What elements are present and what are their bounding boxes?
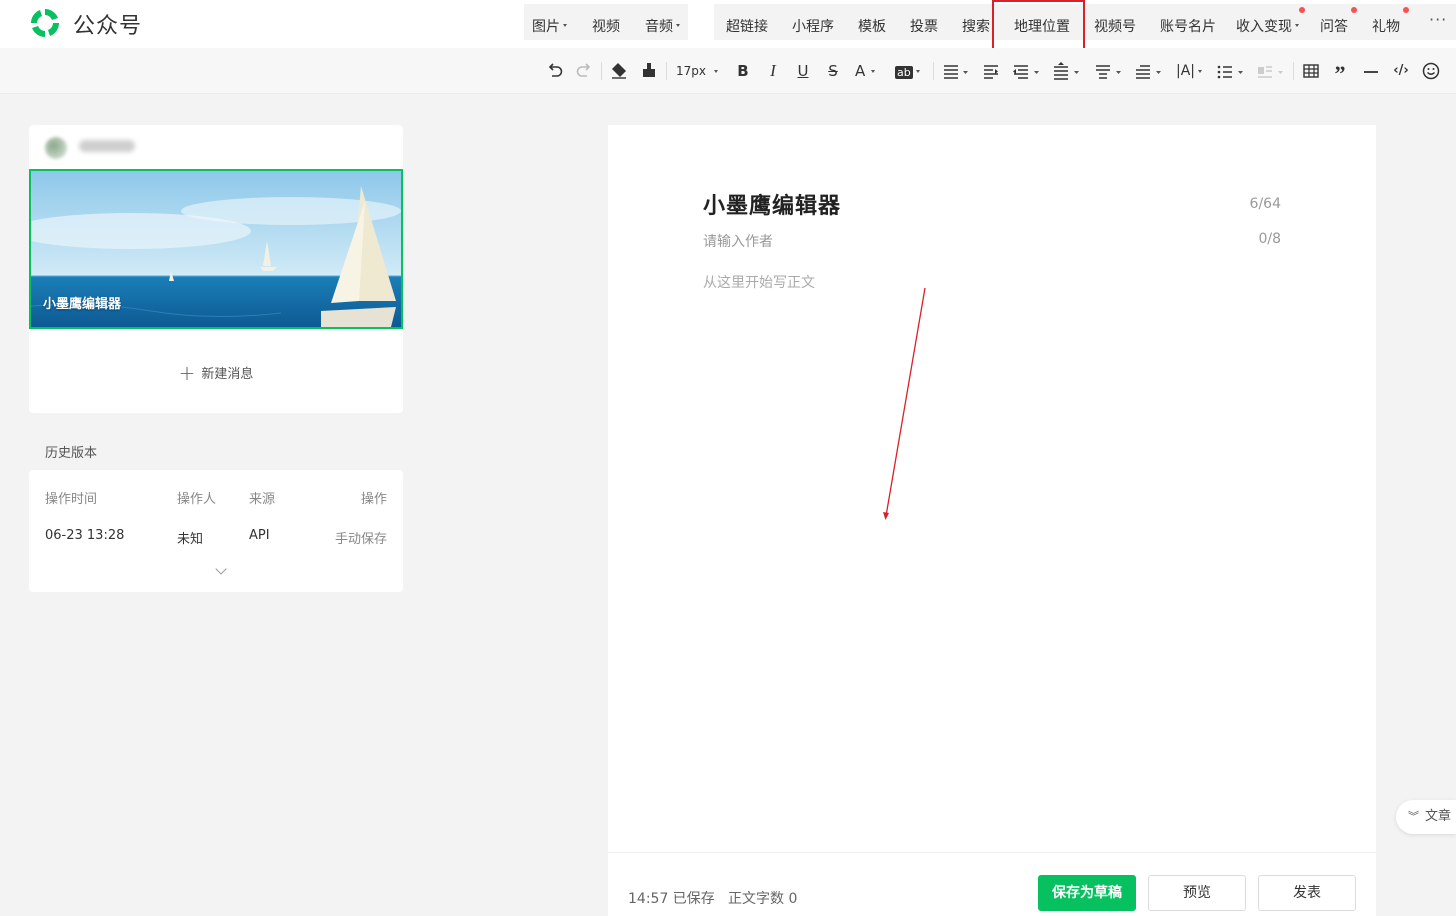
indent-right-icon[interactable] xyxy=(1012,61,1042,81)
nav-audio[interactable]: 音频 xyxy=(645,16,680,36)
background-color-icon[interactable]: ab xyxy=(895,61,925,81)
message-card: 小墨鹰编辑器 + 新建消息 xyxy=(29,125,403,413)
new-message-button[interactable]: + 新建消息 xyxy=(29,361,403,385)
history-card: 操作时间 操作人 来源 操作 06-23 13:28 未知 API 手动保存 xyxy=(29,470,403,592)
history-row-action[interactable]: 手动保存 xyxy=(335,528,387,547)
bold-icon[interactable]: B xyxy=(735,61,751,81)
nav-hyperlink[interactable]: 超链接 xyxy=(726,16,768,36)
preview-button[interactable]: 预览 xyxy=(1148,875,1246,911)
save-draft-button[interactable]: 保存为草稿 xyxy=(1038,875,1136,911)
account-name-blurred xyxy=(79,140,135,152)
qa-badge xyxy=(1351,7,1357,13)
indent-left-icon[interactable] xyxy=(982,61,1000,81)
nav-qa[interactable]: 问答 xyxy=(1320,16,1348,36)
publish-button[interactable]: 发表 xyxy=(1258,875,1356,911)
quote-icon[interactable]: ” xyxy=(1331,61,1349,86)
author-char-count: 0/8 xyxy=(1258,231,1281,247)
save-status: 14:57 已保存 xyxy=(628,891,715,907)
first-line-indent-icon[interactable] xyxy=(1134,61,1164,81)
toolbar-divider xyxy=(1293,62,1294,80)
nav-template[interactable]: 模板 xyxy=(858,16,886,36)
font-color-icon[interactable]: A xyxy=(855,61,883,81)
align-icon[interactable] xyxy=(942,61,970,81)
nav-group-media: 图片 视频 音频 xyxy=(524,4,688,40)
article-body-input[interactable]: 从这里开始写正文 xyxy=(703,272,815,292)
redo-icon[interactable] xyxy=(575,61,593,81)
nav-video[interactable]: 视频 xyxy=(592,16,620,36)
list-icon[interactable] xyxy=(1216,61,1246,81)
toolbar-divider xyxy=(933,62,934,80)
chevron-down-icon[interactable] xyxy=(215,563,227,575)
article-side-tab[interactable]: ︾ 文章 xyxy=(1396,800,1456,834)
clear-format-icon[interactable] xyxy=(609,61,629,81)
gift-badge xyxy=(1403,7,1409,13)
location-highlight-box xyxy=(992,0,1085,53)
float-icon[interactable] xyxy=(1256,61,1286,81)
divider-icon[interactable] xyxy=(1362,61,1380,81)
nav-channels[interactable]: 视频号 xyxy=(1094,16,1136,36)
history-row-time: 06-23 13:28 xyxy=(45,528,125,543)
editor-panel: 小墨鹰编辑器 6/64 请输入作者 0/8 从这里开始写正文 14:57 已保存… xyxy=(608,125,1376,916)
history-col-time: 操作时间 xyxy=(45,492,98,507)
underline-icon[interactable]: U xyxy=(795,61,811,81)
history-col-action: 操作 xyxy=(360,492,387,507)
toolbar-divider xyxy=(601,62,602,80)
title-char-count: 6/64 xyxy=(1249,196,1281,212)
code-icon[interactable]: ‹/› xyxy=(1391,61,1411,81)
font-size-select[interactable]: 17px xyxy=(676,61,726,81)
history-col-operator: 操作人 xyxy=(177,492,217,507)
italic-icon[interactable]: I xyxy=(765,61,781,81)
double-chevron-down-icon: ︾ xyxy=(1408,810,1419,823)
undo-icon[interactable] xyxy=(546,61,564,81)
editor-footer: 14:57 已保存 正文字数 0 保存为草稿 预览 发表 xyxy=(608,852,1376,916)
nav-monetization[interactable]: 收入变现 xyxy=(1236,16,1299,36)
wechat-official-account-logo-icon xyxy=(31,9,59,37)
article-title-input[interactable]: 小墨鹰编辑器 xyxy=(703,188,841,220)
strikethrough-icon[interactable]: S xyxy=(825,61,841,81)
letter-spacing-icon[interactable]: |A| xyxy=(1176,61,1206,81)
brand-name: 公众号 xyxy=(73,14,143,39)
account-avatar xyxy=(45,137,67,159)
toolbar-divider xyxy=(666,62,667,80)
monetization-badge xyxy=(1299,7,1305,13)
nav-mini-program[interactable]: 小程序 xyxy=(792,16,834,36)
cover-title: 小墨鹰编辑器 xyxy=(43,297,122,312)
article-cover-card[interactable]: 小墨鹰编辑器 xyxy=(29,169,403,329)
nav-image[interactable]: 图片 xyxy=(532,16,567,36)
top-bar: 公众号 图片 视频 音频 超链接 小程序 模板 投票 搜索 地理位置 视频号 账… xyxy=(0,0,1456,48)
nav-gift[interactable]: 礼物 xyxy=(1372,16,1400,36)
history-col-source: 来源 xyxy=(249,492,276,507)
line-height-icon[interactable] xyxy=(1052,61,1082,81)
annotation-arrow xyxy=(883,287,926,520)
more-icon[interactable]: ··· xyxy=(1429,10,1447,29)
history-row-operator: 未知 xyxy=(177,532,204,547)
table-icon[interactable] xyxy=(1302,61,1320,81)
paragraph-spacing-icon[interactable] xyxy=(1094,61,1124,81)
history-title: 历史版本 xyxy=(45,446,98,461)
nav-group-insert: 超链接 小程序 模板 投票 搜索 地理位置 视频号 账号名片 收入变现 问答 礼… xyxy=(714,4,1456,40)
plus-icon: + xyxy=(178,361,196,385)
nav-vote[interactable]: 投票 xyxy=(910,16,938,36)
author-input[interactable]: 请输入作者 xyxy=(703,231,773,251)
history-row-source: API xyxy=(249,528,270,543)
nav-search[interactable]: 搜索 xyxy=(962,16,990,36)
format-toolbar: 17px B I U S A ab |A| ” ‹/› xyxy=(0,48,1456,94)
word-count: 正文字数 0 xyxy=(728,891,798,907)
emoji-icon[interactable] xyxy=(1421,61,1441,81)
format-painter-icon[interactable] xyxy=(640,61,658,81)
nav-account-card[interactable]: 账号名片 xyxy=(1160,16,1216,36)
